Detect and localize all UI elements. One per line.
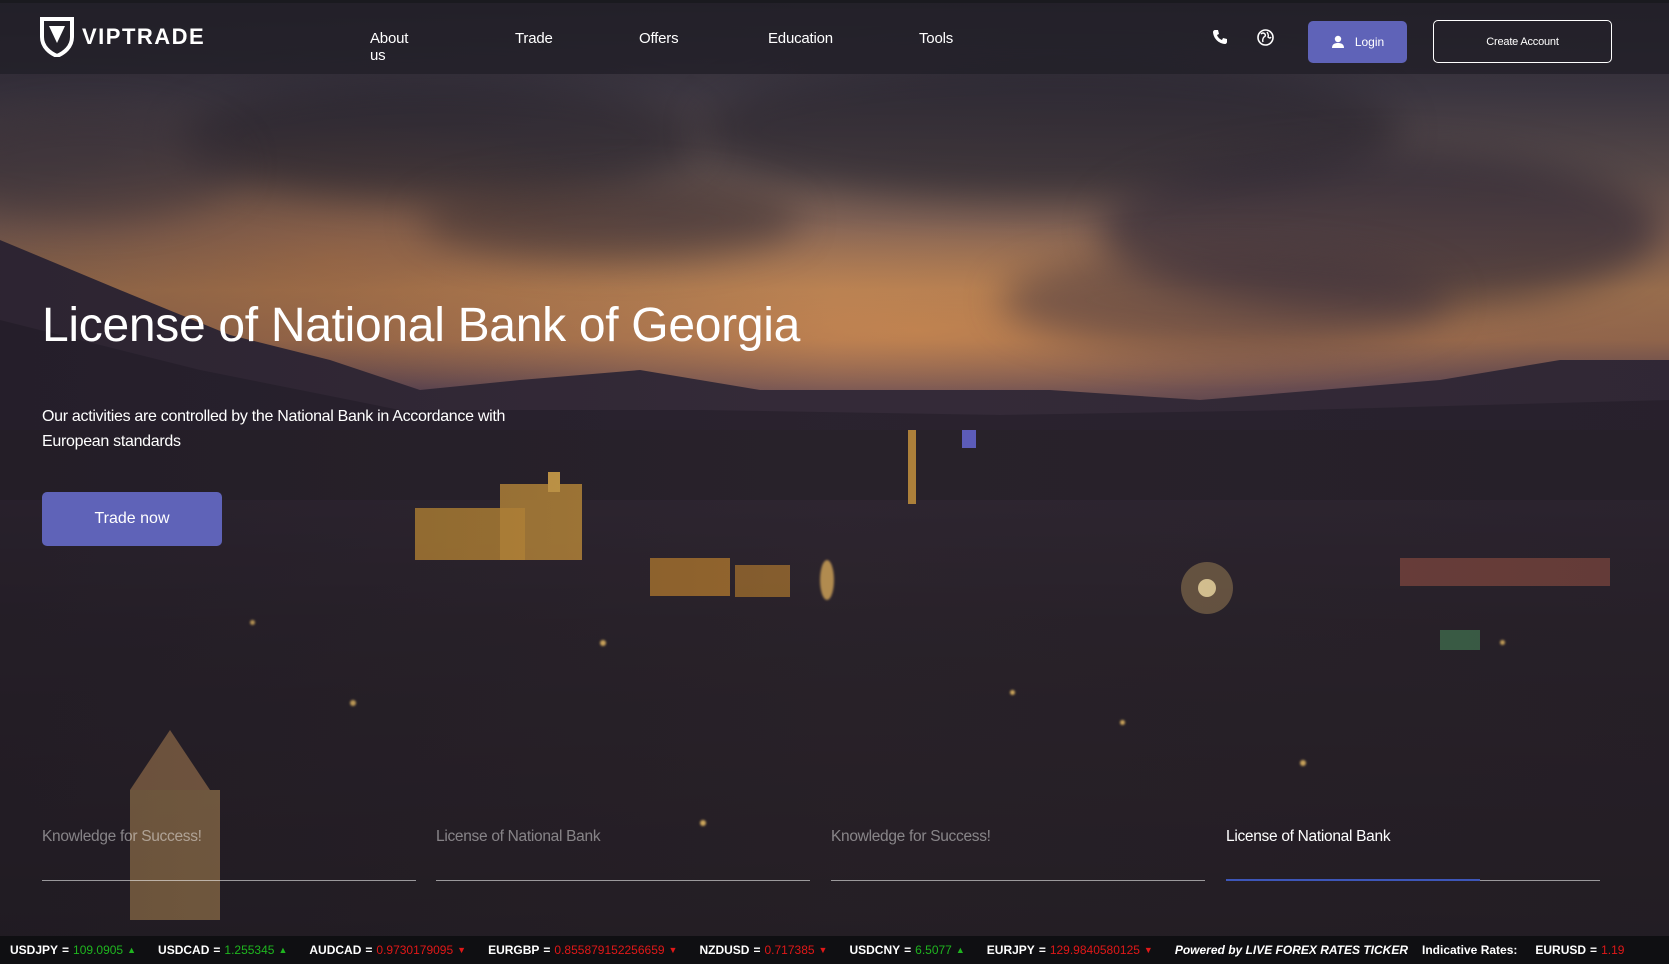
ticker-equals: = <box>543 943 551 957</box>
slider-tab-label: Knowledge for Success! <box>42 828 202 845</box>
slider-progress-bar <box>1226 879 1481 881</box>
hero-title: License of National Bank of Georgia <box>42 299 800 352</box>
globe-icon[interactable] <box>1257 29 1277 49</box>
nav-trade[interactable]: Trade <box>515 30 553 47</box>
nav-tools[interactable]: Tools <box>919 30 953 47</box>
slider-tab-divider <box>42 880 416 881</box>
ticker-equals: = <box>904 943 912 957</box>
ticker-pair: NZDUSD <box>699 943 750 957</box>
trade-now-label: Trade now <box>94 510 170 527</box>
up-arrow-icon: ▲ <box>278 945 288 955</box>
slider-tab-3[interactable]: Knowledge for Success! <box>831 828 1205 881</box>
hero-background <box>0 0 1669 964</box>
ticker-equals: = <box>1590 943 1598 957</box>
ticker-equals: = <box>753 943 761 957</box>
slider-tab-2[interactable]: License of National Bank <box>436 828 810 881</box>
ticker-pair: USDJPY <box>10 943 59 957</box>
trade-now-button[interactable]: Trade now <box>42 492 222 546</box>
slider-tab-label: Knowledge for Success! <box>831 828 991 845</box>
ticker-equals: = <box>62 943 70 957</box>
ticker-value: 1.19 <box>1601 943 1625 957</box>
brand-logo[interactable]: VIPTRADE <box>40 17 205 57</box>
top-navbar: VIPTRADE About us Trade Offers Education… <box>0 0 1669 74</box>
ticker-item: USDCAD = 1.255345 ▲ <box>158 943 287 957</box>
ticker-item: EURJPY = 129.9840580125 ▼ <box>987 943 1153 957</box>
ticker-value: 0.855879152256659 <box>554 943 665 957</box>
phone-icon[interactable] <box>1212 29 1232 49</box>
create-account-label: Create Account <box>1486 35 1559 48</box>
ticker-item: USDCNY = 6.5077 ▲ <box>849 943 964 957</box>
down-arrow-icon: ▼ <box>457 945 467 955</box>
ticker-item: EURGBP = 0.855879152256659 ▼ <box>488 943 677 957</box>
user-icon <box>1331 35 1344 48</box>
create-account-button[interactable]: Create Account <box>1433 20 1612 63</box>
login-button[interactable]: Login <box>1308 21 1407 63</box>
viptrade-shield-logo-icon <box>40 17 74 57</box>
ticker-value: 129.9840580125 <box>1049 943 1140 957</box>
slider-tab-divider <box>436 880 810 881</box>
ticker-value: 0.717385 <box>764 943 815 957</box>
ticker-pair: EURUSD <box>1535 943 1587 957</box>
ticker-pair: USDCAD <box>158 943 210 957</box>
nav-about-us[interactable]: About us <box>370 30 408 64</box>
ticker-indicative-label: Indicative Rates: <box>1422 943 1518 957</box>
ticker-value: 0.9730179095 <box>376 943 454 957</box>
nav-education[interactable]: Education <box>768 30 833 47</box>
ticker-pair: AUDCAD <box>309 943 362 957</box>
login-label: Login <box>1354 35 1385 49</box>
slider-tab-label: License of National Bank <box>1226 828 1391 845</box>
ticker-pair: EURJPY <box>986 943 1035 957</box>
ticker-item: USDJPY = 109.0905 ▲ <box>10 943 136 957</box>
hero-subtitle: Our activities are controlled by the Nat… <box>42 408 506 450</box>
ticker-item: AUDCAD = 0.9730179095 ▼ <box>309 943 466 957</box>
ticker-value: 1.255345 <box>224 943 275 957</box>
ticker-value: 109.0905 <box>73 943 124 957</box>
ticker-equals: = <box>1038 943 1046 957</box>
ticker-powered-by-link[interactable]: Powered by LIVE FOREX RATES TICKER <box>1175 943 1408 957</box>
ticker-item: NZDUSD = 0.717385 ▼ <box>699 943 827 957</box>
down-arrow-icon: ▼ <box>1143 945 1153 955</box>
slider-tab-label: License of National Bank <box>436 828 601 845</box>
down-arrow-icon: ▼ <box>818 945 828 955</box>
up-arrow-icon: ▲ <box>955 945 965 955</box>
down-arrow-icon: ▼ <box>668 945 678 955</box>
slider-tab-divider <box>831 880 1205 881</box>
ticker-pair: EURGBP <box>488 943 540 957</box>
ticker-value: 6.5077 <box>915 943 952 957</box>
brand-name: VIPTRADE <box>82 24 206 49</box>
ticker-equals: = <box>213 943 221 957</box>
ticker-item: EURUSD = 1.19 <box>1535 943 1628 957</box>
forex-ticker: USDJPY = 109.0905 ▲ USDCAD = 1.255345 ▲ … <box>0 936 1669 964</box>
slider-tab-4-active[interactable]: License of National Bank <box>1226 828 1600 881</box>
ticker-equals: = <box>365 943 373 957</box>
nav-offers[interactable]: Offers <box>639 30 679 47</box>
up-arrow-icon: ▲ <box>127 945 137 955</box>
ticker-pair: USDCNY <box>849 943 901 957</box>
slider-tab-1[interactable]: Knowledge for Success! <box>42 828 416 881</box>
